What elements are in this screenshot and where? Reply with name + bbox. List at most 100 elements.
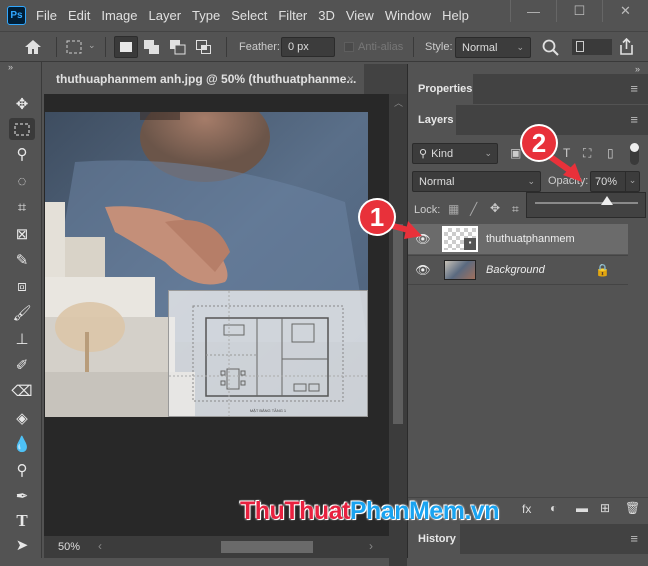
style-value: Normal — [462, 41, 498, 54]
eraser-icon: ⌫ — [11, 383, 33, 400]
adjustment-layer-icon[interactable]: ◐ — [550, 501, 557, 515]
intersect-selection-icon[interactable] — [196, 40, 212, 55]
filter-toggle[interactable] — [630, 143, 639, 165]
main-menu: File Edit Image Layer Type Select Filter… — [36, 8, 480, 23]
home-icon[interactable] — [24, 39, 42, 55]
move-tool[interactable]: ✥ — [9, 93, 35, 115]
layer-name[interactable]: Background — [486, 264, 545, 276]
type-tool[interactable]: T — [9, 510, 35, 532]
properties-tab[interactable]: Properties — [408, 74, 473, 104]
marquee-preset-icon[interactable] — [66, 40, 82, 54]
add-to-selection-icon[interactable] — [144, 40, 160, 55]
marquee-icon — [14, 123, 30, 135]
move-icon: ✥ — [15, 96, 29, 113]
annotation-arrows — [381, 150, 582, 239]
style-select[interactable]: Normal ⌄ — [455, 37, 531, 58]
document-title: thuthuaphanmem anh.jpg @ 50% (thuthuatph… — [56, 72, 357, 86]
stamp-icon: ⊥ — [15, 331, 29, 348]
feather-label: Feather: — [239, 41, 280, 53]
brush-icon: 🖌 — [12, 305, 32, 322]
menu-edit[interactable]: Edit — [68, 8, 90, 23]
antialias-checkbox[interactable] — [344, 42, 354, 52]
layers-menu-icon[interactable]: ≡ — [630, 112, 638, 127]
scroll-left-icon[interactable]: ‹ — [98, 539, 102, 553]
minimize-button[interactable]: — — [510, 0, 556, 22]
arrow-cursor-icon: ➤ — [15, 537, 29, 554]
search-icon[interactable] — [542, 39, 559, 56]
new-layer-icon[interactable]: ⊞ — [600, 501, 610, 515]
menu-type[interactable]: Type — [192, 8, 220, 23]
rectangular-marquee-tool[interactable] — [9, 118, 35, 140]
new-selection-button[interactable] — [114, 36, 138, 58]
collapse-panels-icon[interactable]: » — [635, 64, 640, 74]
drop-icon: 💧 — [12, 436, 32, 453]
document-tab[interactable]: thuthuaphanmem anh.jpg @ 50% (thuthuatph… — [44, 64, 364, 94]
layers-tab[interactable]: Layers — [408, 105, 456, 135]
antialias-label: Anti-alias — [358, 41, 404, 53]
vertical-scroll-thumb[interactable] — [393, 224, 403, 424]
history-tab[interactable]: History — [408, 524, 460, 554]
object-selection-tool[interactable]: ⚲ — [9, 143, 35, 165]
eyedropper-icon: ✎ — [15, 252, 29, 269]
subtract-from-selection-icon[interactable] — [170, 40, 186, 55]
watermark-part2: PhanMem — [349, 497, 465, 525]
annotation-badge-1: 1 — [360, 200, 394, 234]
visibility-eye-icon[interactable]: 👁 — [408, 263, 438, 277]
horizontal-scroll-thumb[interactable] — [221, 541, 313, 553]
clone-stamp-tool[interactable]: ⊥ — [9, 328, 35, 350]
dodge-tool[interactable]: ⚲ — [9, 459, 35, 481]
fx-icon[interactable]: fx — [522, 502, 531, 516]
plan-caption: MẶT BẰNG TẦNG 1 — [250, 408, 287, 413]
share-icon[interactable] — [618, 38, 635, 56]
group-folder-icon[interactable]: ▬ — [576, 501, 588, 515]
pen-tool[interactable]: ✒ — [9, 485, 35, 507]
menu-window[interactable]: Window — [385, 8, 431, 23]
scroll-right-icon[interactable]: › — [369, 539, 373, 553]
menu-filter[interactable]: Filter — [278, 8, 307, 23]
crop-tool[interactable]: ⌗ — [9, 196, 35, 218]
menu-view[interactable]: View — [346, 8, 374, 23]
object-select-icon: ⚲ — [16, 146, 28, 163]
scroll-up-icon[interactable]: ︿ — [394, 96, 403, 109]
maximize-button[interactable]: ☐ — [556, 0, 602, 22]
dodge-icon: ⚲ — [16, 462, 28, 479]
delete-layer-icon[interactable]: 🗑 — [625, 501, 640, 515]
path-selection-tool[interactable]: ➤ — [9, 534, 35, 556]
blur-tool[interactable]: 💧 — [9, 433, 35, 455]
close-button[interactable]: ✕ — [602, 0, 648, 22]
history-brush-icon: ✐ — [15, 357, 29, 374]
menu-select[interactable]: Select — [231, 8, 267, 23]
menu-image[interactable]: Image — [101, 8, 137, 23]
menu-file[interactable]: File — [36, 8, 57, 23]
chevron-down-icon[interactable]: ⌄ — [88, 40, 96, 51]
eyedropper-tool[interactable]: ✎ — [9, 249, 35, 271]
frame-tool[interactable]: ⊠ — [9, 223, 35, 245]
brush-tool[interactable]: 🖌 — [9, 302, 35, 324]
healing-brush-tool[interactable]: ⧈ — [9, 275, 35, 297]
annotation-badge-2: 2 — [522, 126, 556, 160]
eraser-tool[interactable]: ⌫ — [9, 380, 35, 402]
collapse-toolbar-icon[interactable]: » — [8, 62, 13, 72]
properties-menu-icon[interactable]: ≡ — [630, 81, 638, 96]
history-brush-tool[interactable]: ✐ — [9, 354, 35, 376]
bandage-icon: ⧈ — [17, 277, 27, 295]
menu-layer[interactable]: Layer — [149, 8, 182, 23]
tools-panel: » ✥ ⚲ ◌ ⌗ ⊠ ✎ ⧈ 🖌 ⊥ ✐ ⌫ ◈ 💧 ⚲ ✒ T ➤ — [0, 62, 42, 558]
menu-help[interactable]: Help — [442, 8, 469, 23]
history-menu-icon[interactable]: ≡ — [630, 531, 638, 546]
lock-icon: 🔒 — [595, 263, 610, 277]
menu-3d[interactable]: 3D — [318, 8, 335, 23]
opacity-dropdown-icon[interactable]: ⌄ — [625, 172, 639, 191]
quick-selection-tool[interactable]: ◌ — [9, 170, 35, 192]
layer-row[interactable]: 👁 Background 🔒 — [408, 255, 628, 285]
style-label: Style: — [425, 41, 453, 53]
crop-icon: ⌗ — [17, 198, 27, 216]
feather-input[interactable]: 0 px — [281, 37, 335, 57]
photoshop-logo: Ps — [7, 5, 26, 25]
canvas[interactable]: MẶT BẰNG TẦNG 1 — [45, 112, 368, 417]
paint-bucket-tool[interactable]: ◈ — [9, 407, 35, 429]
pen-icon: ✒ — [15, 488, 29, 505]
close-tab-icon[interactable]: × — [347, 72, 354, 86]
zoom-level[interactable]: 50% — [58, 541, 80, 553]
workspace-switcher[interactable] — [572, 39, 612, 55]
